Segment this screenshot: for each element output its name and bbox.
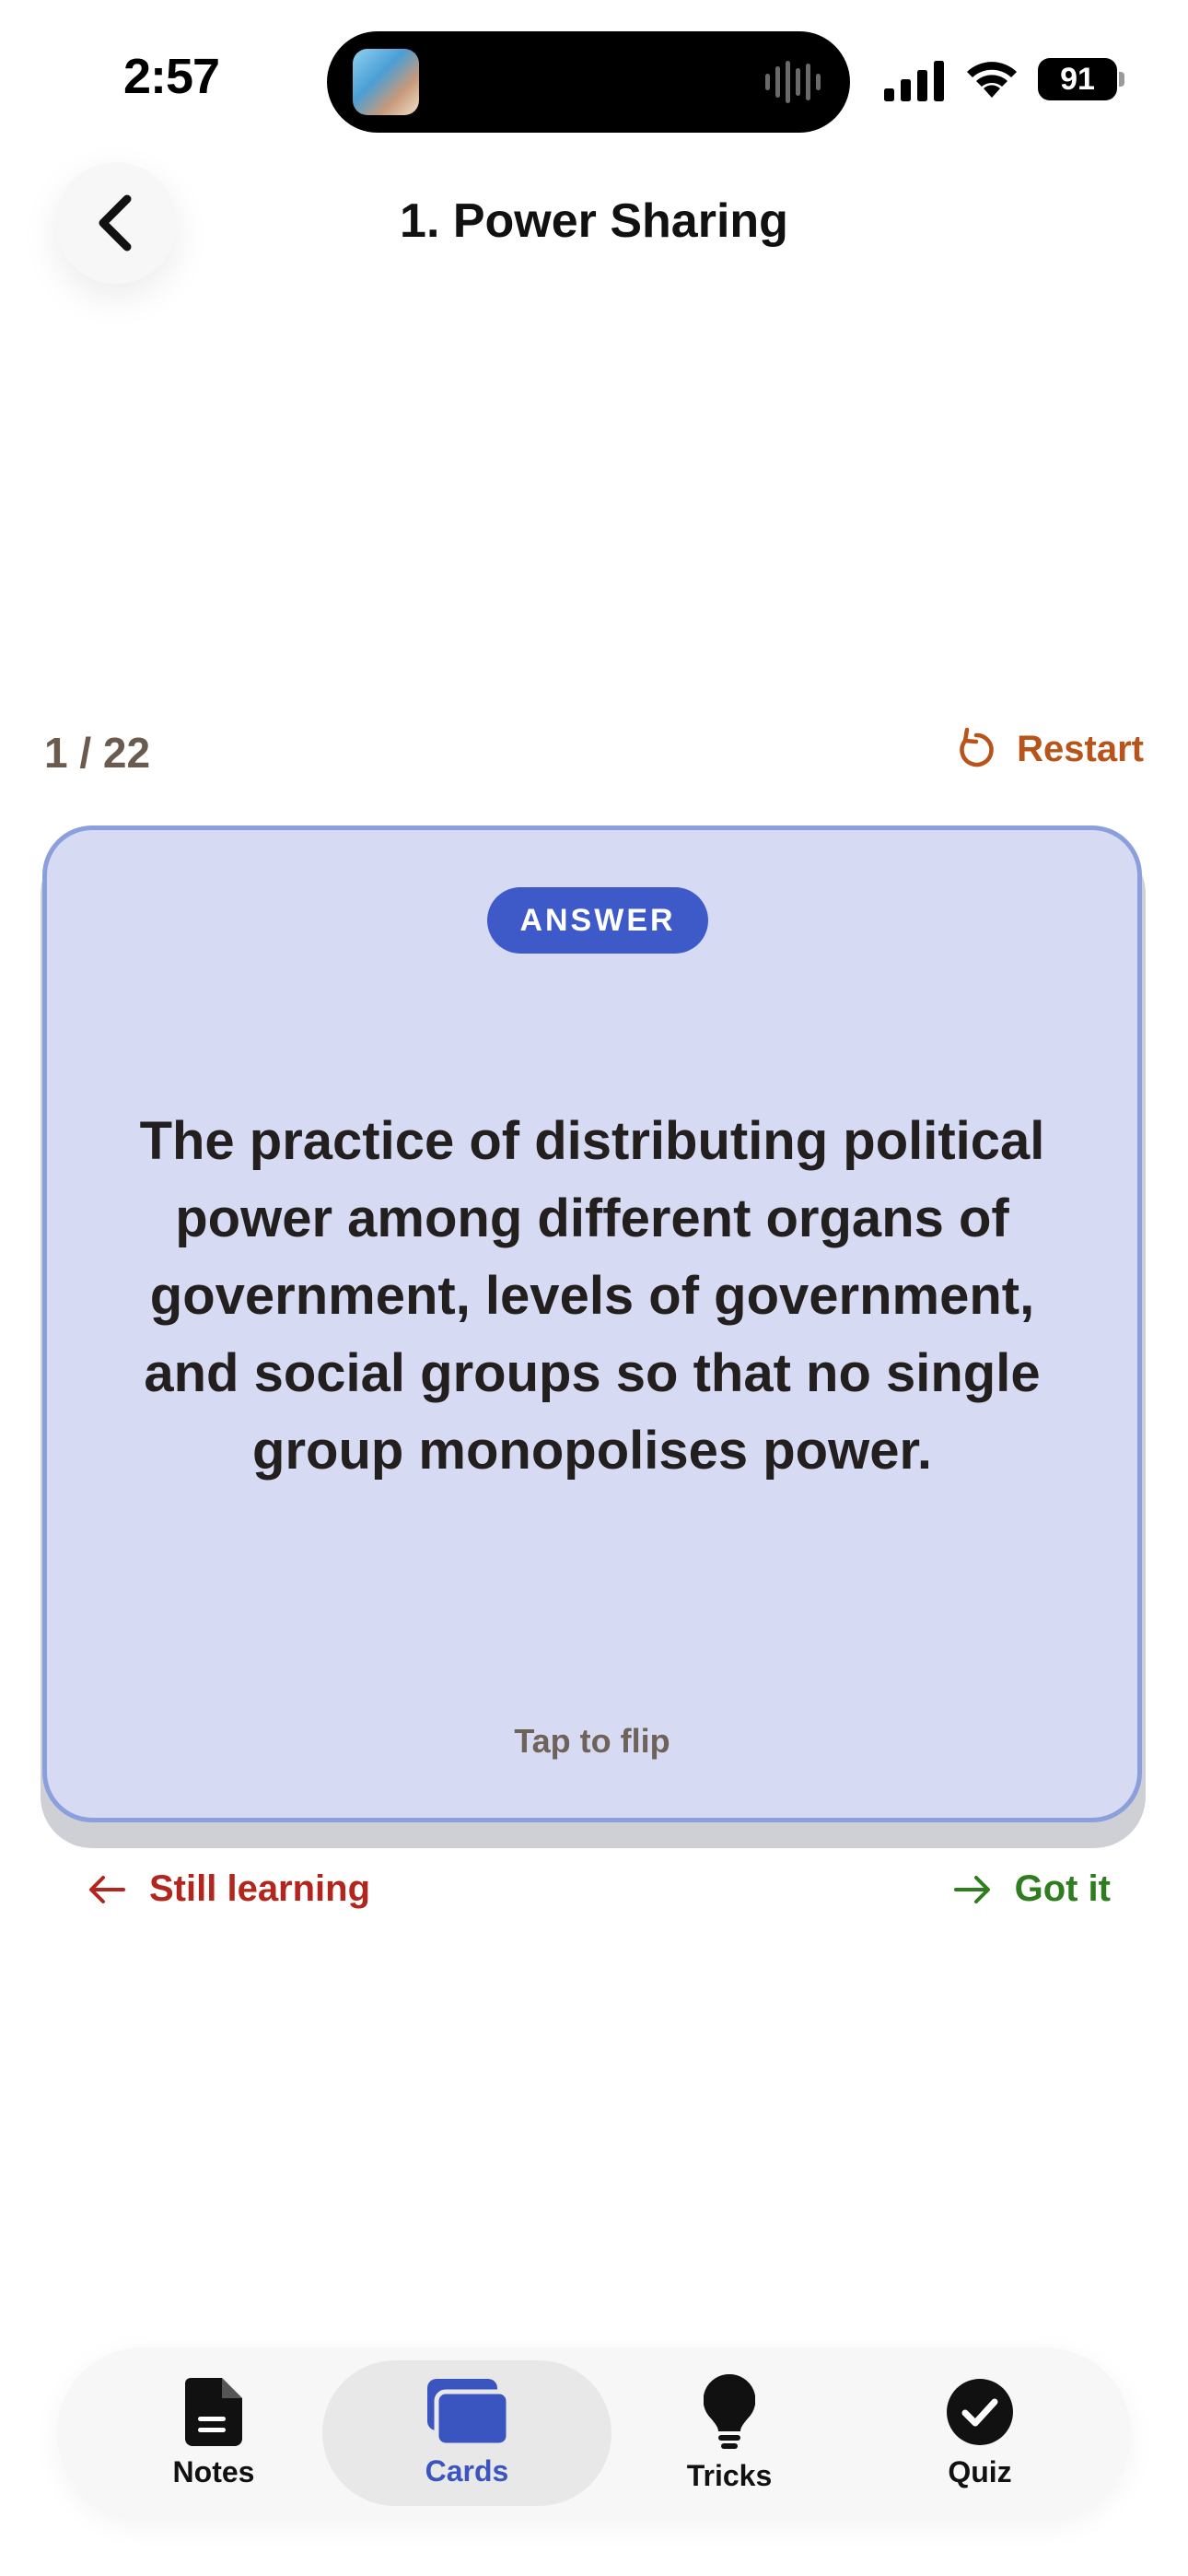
tab-tricks-label: Tricks <box>686 2458 773 2492</box>
audio-waveform-icon <box>765 61 821 103</box>
cards-icon <box>427 2378 508 2445</box>
check-circle-icon <box>947 2378 1013 2445</box>
dynamic-island[interactable] <box>327 31 850 133</box>
tab-notes[interactable]: Notes <box>131 2348 297 2519</box>
got-it-button[interactable]: Got it <box>953 1868 1111 1910</box>
tab-quiz-label: Quiz <box>948 2454 1012 2488</box>
arrow-left-icon <box>89 1875 125 1903</box>
still-learning-button[interactable]: Still learning <box>88 1868 370 1910</box>
flashcard[interactable]: ANSWER The practice of distributing poli… <box>42 825 1142 1822</box>
cellular-signal-icon <box>884 61 944 101</box>
answer-badge: ANSWER <box>487 887 708 954</box>
still-learning-label: Still learning <box>149 1868 371 1909</box>
page-title: 1. Power Sharing <box>400 194 788 248</box>
card-answer-text: The practice of distributing political p… <box>139 1111 1045 1481</box>
bottom-tab-bar: Notes Cards Tricks Quiz <box>57 2348 1131 2519</box>
tab-notes-label: Notes <box>172 2454 255 2488</box>
battery-level: 91 <box>1038 58 1117 100</box>
got-it-label: Got it <box>1014 1868 1111 1909</box>
arrow-right-icon <box>953 1875 990 1903</box>
tab-cards[interactable]: Cards <box>322 2360 611 2506</box>
wifi-icon <box>967 62 1017 98</box>
document-icon <box>185 2377 242 2446</box>
tab-cards-label: Cards <box>425 2453 509 2488</box>
battery-indicator: 91 <box>1038 58 1126 100</box>
restart-button[interactable]: Restart <box>956 728 1144 770</box>
now-playing-artwork <box>353 49 419 115</box>
battery-cap <box>1119 72 1124 87</box>
restart-icon <box>960 728 994 767</box>
tab-tricks[interactable]: Tricks <box>646 2348 812 2519</box>
restart-label: Restart <box>1017 728 1144 769</box>
card-counter: 1 / 22 <box>44 729 151 777</box>
status-time: 2:57 <box>123 49 220 104</box>
status-bar: 2:57 91 <box>0 0 1188 157</box>
lightbulb-icon <box>704 2373 755 2449</box>
tap-to-flip-hint: Tap to flip <box>514 1722 670 1760</box>
tab-quiz[interactable]: Quiz <box>897 2348 1063 2519</box>
